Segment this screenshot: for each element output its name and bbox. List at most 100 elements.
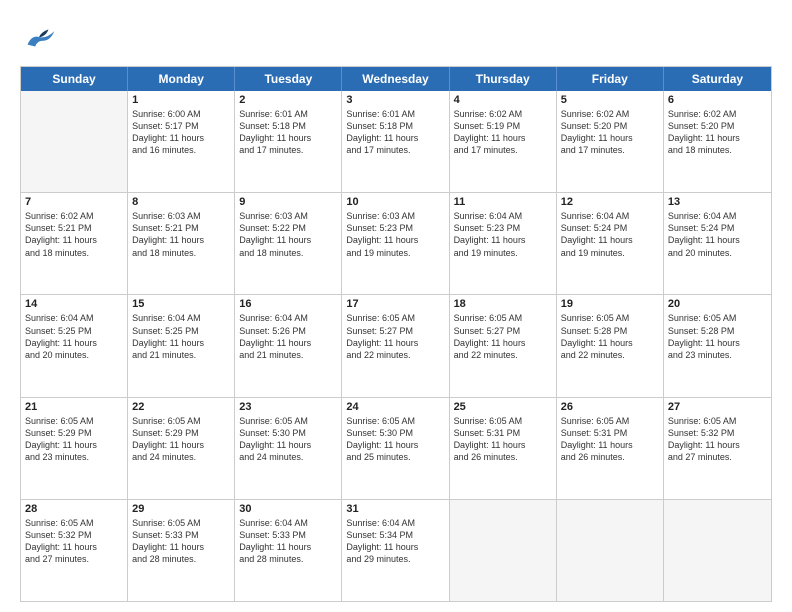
cell-info: Sunrise: 6:02 AMSunset: 5:20 PMDaylight:…	[561, 108, 659, 157]
cal-cell: 11 Sunrise: 6:04 AMSunset: 5:23 PMDayligh…	[450, 193, 557, 294]
week-row-2: 7 Sunrise: 6:02 AMSunset: 5:21 PMDaylight…	[21, 192, 771, 294]
day-number: 10	[346, 196, 444, 208]
cell-info: Sunrise: 6:05 AMSunset: 5:28 PMDaylight:…	[561, 312, 659, 361]
calendar: SundayMondayTuesdayWednesdayThursdayFrid…	[20, 66, 772, 602]
header-day-saturday: Saturday	[664, 67, 771, 91]
cal-cell: 17Sunrise: 6:05 AMSunset: 5:27 PMDayligh…	[342, 295, 449, 396]
header-day-sunday: Sunday	[21, 67, 128, 91]
cell-info: Sunrise: 6:05 AMSunset: 5:29 PMDaylight:…	[132, 415, 230, 464]
day-number: 19	[561, 298, 659, 310]
day-number: 13	[668, 196, 767, 208]
day-number: 3	[346, 94, 444, 106]
cal-cell: 7 Sunrise: 6:02 AMSunset: 5:21 PMDaylight…	[21, 193, 128, 294]
cell-info: Sunrise: 6:04 AMSunset: 5:24 PMDaylight:…	[561, 210, 659, 259]
day-number: 4	[454, 94, 552, 106]
cal-cell: 30 Sunrise: 6:04 AMSunset: 5:33 PMDayligh…	[235, 500, 342, 601]
cell-info: Sunrise: 6:05 AMSunset: 5:27 PMDaylight:…	[346, 312, 444, 361]
cal-cell: 25Sunrise: 6:05 AMSunset: 5:31 PMDayligh…	[450, 398, 557, 499]
calendar-body: 1 Sunrise: 6:00 AMSunset: 5:17 PMDaylight…	[21, 91, 771, 601]
day-number: 18	[454, 298, 552, 310]
cell-info: Sunrise: 6:05 AMSunset: 5:32 PMDaylight:…	[25, 517, 123, 566]
cell-info: Sunrise: 6:04 AMSunset: 5:23 PMDaylight:…	[454, 210, 552, 259]
cell-info: Sunrise: 6:05 AMSunset: 5:29 PMDaylight:…	[25, 415, 123, 464]
cal-cell	[664, 500, 771, 601]
week-row-3: 14 Sunrise: 6:04 AMSunset: 5:25 PMDayligh…	[21, 294, 771, 396]
cal-cell: 26 Sunrise: 6:05 AMSunset: 5:31 PMDayligh…	[557, 398, 664, 499]
cal-cell: 31 Sunrise: 6:04 AMSunset: 5:34 PMDayligh…	[342, 500, 449, 601]
day-number: 1	[132, 94, 230, 106]
header-day-wednesday: Wednesday	[342, 67, 449, 91]
cell-info: Sunrise: 6:03 AMSunset: 5:21 PMDaylight:…	[132, 210, 230, 259]
cell-info: Sunrise: 6:05 AMSunset: 5:28 PMDaylight:…	[668, 312, 767, 361]
cell-info: Sunrise: 6:01 AMSunset: 5:18 PMDaylight:…	[346, 108, 444, 157]
header-day-monday: Monday	[128, 67, 235, 91]
cal-cell: 24Sunrise: 6:05 AMSunset: 5:30 PMDayligh…	[342, 398, 449, 499]
cal-cell: 1 Sunrise: 6:00 AMSunset: 5:17 PMDaylight…	[128, 91, 235, 192]
cell-info: Sunrise: 6:02 AMSunset: 5:21 PMDaylight:…	[25, 210, 123, 259]
cal-cell: 14 Sunrise: 6:04 AMSunset: 5:25 PMDayligh…	[21, 295, 128, 396]
cal-cell: 27 Sunrise: 6:05 AMSunset: 5:32 PMDayligh…	[664, 398, 771, 499]
cal-cell: 23Sunrise: 6:05 AMSunset: 5:30 PMDayligh…	[235, 398, 342, 499]
day-number: 28	[25, 503, 123, 515]
cal-cell: 29 Sunrise: 6:05 AMSunset: 5:33 PMDayligh…	[128, 500, 235, 601]
cell-info: Sunrise: 6:05 AMSunset: 5:32 PMDaylight:…	[668, 415, 767, 464]
cell-info: Sunrise: 6:05 AMSunset: 5:31 PMDaylight:…	[561, 415, 659, 464]
cal-cell	[557, 500, 664, 601]
day-number: 6	[668, 94, 767, 106]
day-number: 16	[239, 298, 337, 310]
header-day-friday: Friday	[557, 67, 664, 91]
cal-cell: 5 Sunrise: 6:02 AMSunset: 5:20 PMDaylight…	[557, 91, 664, 192]
cal-cell: 22 Sunrise: 6:05 AMSunset: 5:29 PMDayligh…	[128, 398, 235, 499]
day-number: 14	[25, 298, 123, 310]
day-number: 26	[561, 401, 659, 413]
day-number: 30	[239, 503, 337, 515]
day-number: 12	[561, 196, 659, 208]
cell-info: Sunrise: 6:04 AMSunset: 5:25 PMDaylight:…	[132, 312, 230, 361]
week-row-5: 28 Sunrise: 6:05 AMSunset: 5:32 PMDayligh…	[21, 499, 771, 601]
cal-cell	[21, 91, 128, 192]
day-number: 2	[239, 94, 337, 106]
day-number: 15	[132, 298, 230, 310]
cell-info: Sunrise: 6:05 AMSunset: 5:30 PMDaylight:…	[239, 415, 337, 464]
cell-info: Sunrise: 6:00 AMSunset: 5:17 PMDaylight:…	[132, 108, 230, 157]
cal-cell: 18Sunrise: 6:05 AMSunset: 5:27 PMDayligh…	[450, 295, 557, 396]
day-number: 20	[668, 298, 767, 310]
header-day-tuesday: Tuesday	[235, 67, 342, 91]
cal-cell: 28 Sunrise: 6:05 AMSunset: 5:32 PMDayligh…	[21, 500, 128, 601]
cell-info: Sunrise: 6:05 AMSunset: 5:31 PMDaylight:…	[454, 415, 552, 464]
cell-info: Sunrise: 6:01 AMSunset: 5:18 PMDaylight:…	[239, 108, 337, 157]
cell-info: Sunrise: 6:04 AMSunset: 5:34 PMDaylight:…	[346, 517, 444, 566]
logo-icon	[20, 18, 58, 56]
day-number: 7	[25, 196, 123, 208]
cal-cell: 2 Sunrise: 6:01 AMSunset: 5:18 PMDaylight…	[235, 91, 342, 192]
week-row-4: 21Sunrise: 6:05 AMSunset: 5:29 PMDayligh…	[21, 397, 771, 499]
cell-info: Sunrise: 6:02 AMSunset: 5:19 PMDaylight:…	[454, 108, 552, 157]
cal-cell: 9Sunrise: 6:03 AMSunset: 5:22 PMDaylight…	[235, 193, 342, 294]
day-number: 27	[668, 401, 767, 413]
cal-cell: 10 Sunrise: 6:03 AMSunset: 5:23 PMDayligh…	[342, 193, 449, 294]
day-number: 31	[346, 503, 444, 515]
logo	[20, 18, 62, 56]
cal-cell: 3 Sunrise: 6:01 AMSunset: 5:18 PMDaylight…	[342, 91, 449, 192]
cal-cell: 8Sunrise: 6:03 AMSunset: 5:21 PMDaylight…	[128, 193, 235, 294]
day-number: 24	[346, 401, 444, 413]
cell-info: Sunrise: 6:05 AMSunset: 5:33 PMDaylight:…	[132, 517, 230, 566]
day-number: 5	[561, 94, 659, 106]
cal-cell: 16Sunrise: 6:04 AMSunset: 5:26 PMDayligh…	[235, 295, 342, 396]
header-day-thursday: Thursday	[450, 67, 557, 91]
day-number: 22	[132, 401, 230, 413]
page: SundayMondayTuesdayWednesdayThursdayFrid…	[0, 0, 792, 612]
cell-info: Sunrise: 6:04 AMSunset: 5:33 PMDaylight:…	[239, 517, 337, 566]
day-number: 29	[132, 503, 230, 515]
calendar-header: SundayMondayTuesdayWednesdayThursdayFrid…	[21, 67, 771, 91]
cal-cell: 21Sunrise: 6:05 AMSunset: 5:29 PMDayligh…	[21, 398, 128, 499]
cal-cell: 4 Sunrise: 6:02 AMSunset: 5:19 PMDaylight…	[450, 91, 557, 192]
cal-cell	[450, 500, 557, 601]
day-number: 11	[454, 196, 552, 208]
week-row-1: 1 Sunrise: 6:00 AMSunset: 5:17 PMDaylight…	[21, 91, 771, 192]
cal-cell: 6Sunrise: 6:02 AMSunset: 5:20 PMDaylight…	[664, 91, 771, 192]
cell-info: Sunrise: 6:04 AMSunset: 5:25 PMDaylight:…	[25, 312, 123, 361]
cal-cell: 20 Sunrise: 6:05 AMSunset: 5:28 PMDayligh…	[664, 295, 771, 396]
cell-info: Sunrise: 6:03 AMSunset: 5:23 PMDaylight:…	[346, 210, 444, 259]
day-number: 9	[239, 196, 337, 208]
